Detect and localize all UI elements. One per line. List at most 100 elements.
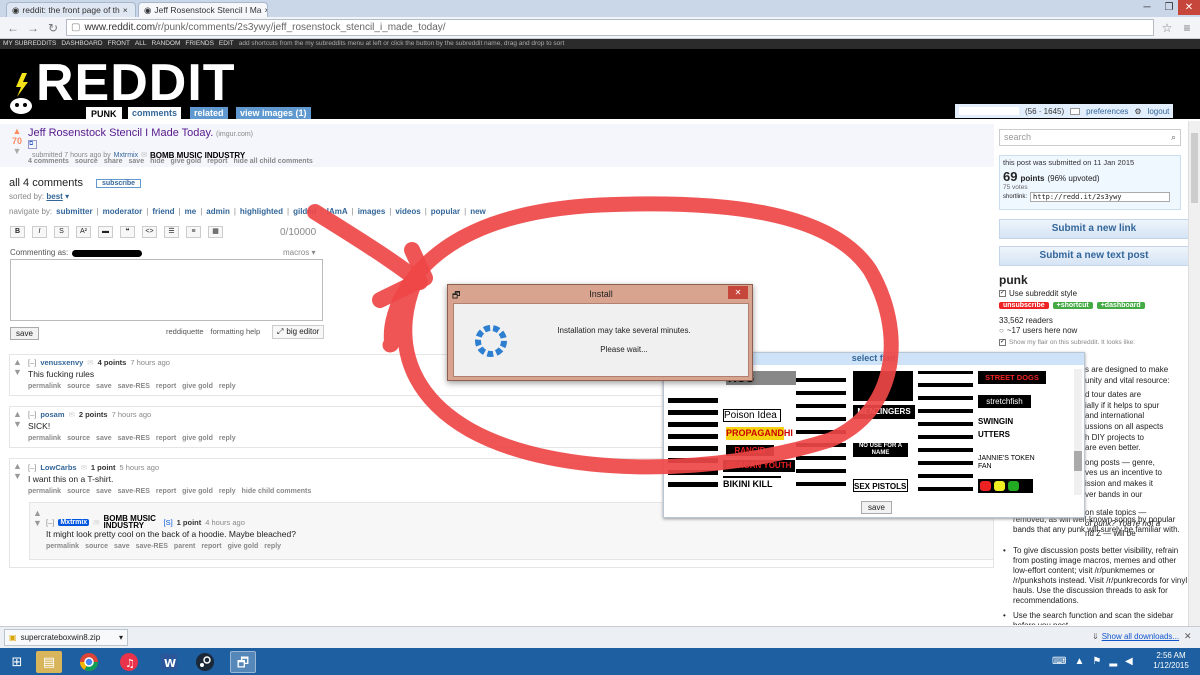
post-gold-link[interactable]: give gold (170, 158, 201, 165)
permalink-link[interactable]: permalink (28, 435, 61, 442)
nav-link[interactable]: images (358, 207, 386, 216)
number-list-button[interactable]: ≡ (186, 226, 201, 238)
close-tab-icon[interactable]: × (123, 5, 128, 15)
collapse-toggle[interactable]: [–] (46, 518, 54, 527)
save-res-link[interactable]: save-RES (136, 543, 168, 550)
flair-option[interactable]: NO USE FOR A NAME (853, 443, 908, 457)
save-link[interactable]: save (96, 488, 112, 495)
submit-link-button[interactable]: Submit a new link (999, 219, 1189, 239)
nav-link[interactable]: admin (206, 207, 230, 216)
link-button[interactable]: ▬ (98, 226, 113, 238)
dashboard-button[interactable]: +dashboard (1096, 302, 1145, 309)
checkbox[interactable]: ✓ (999, 290, 1006, 297)
close-download-bar-button[interactable]: ✕ (1184, 631, 1192, 642)
steam-icon[interactable] (192, 651, 218, 673)
sort-dropdown[interactable]: best (46, 192, 62, 201)
start-windows-icon[interactable]: ⊞ (4, 651, 30, 673)
sr-item[interactable]: FRIENDS (185, 39, 214, 49)
hide-child-comments-link[interactable]: hide child comments (242, 488, 312, 495)
nav-link[interactable]: videos (395, 207, 420, 216)
nav-link[interactable]: me (185, 207, 197, 216)
submit-text-button[interactable]: Submit a new text post (999, 246, 1189, 266)
subreddit-name[interactable]: PUNK (86, 107, 122, 119)
menu-icon[interactable]: ≡ (1180, 21, 1194, 35)
save-button[interactable]: save (10, 327, 39, 340)
bullet-list-button[interactable]: ☰ (164, 226, 179, 238)
address-bar[interactable]: ▢ www.reddit.com/r/punk/comments/2s3ywy/… (66, 19, 1154, 36)
collapse-toggle[interactable]: [–] (28, 463, 36, 472)
reply-link[interactable]: reply (219, 488, 236, 495)
chevron-down-icon[interactable]: ▾ (65, 192, 69, 201)
save-res-link[interactable]: save-RES (118, 488, 150, 495)
flair-save-button[interactable]: save (861, 501, 892, 514)
chevron-down-icon[interactable]: ▾ (119, 633, 123, 642)
reddit-logo[interactable]: REDDIT (36, 53, 236, 113)
nav-link[interactable]: new (470, 207, 486, 216)
browser-tab-active[interactable]: ◉ Jeff Rosenstock Stencil I Ma × (138, 2, 268, 17)
search-icon[interactable]: ⌕ (1171, 132, 1176, 143)
comment-textarea[interactable] (10, 259, 323, 321)
superscript-button[interactable]: A² (76, 226, 91, 238)
tab-comments[interactable]: comments (128, 107, 182, 119)
close-window-button[interactable]: ✕ (1178, 0, 1200, 15)
logout-link[interactable]: logout (1148, 107, 1170, 116)
post-save-link[interactable]: save (129, 158, 145, 165)
nav-link[interactable]: submitter (56, 207, 92, 216)
flair-option[interactable]: stretchfish (978, 395, 1031, 408)
network-icon[interactable]: ▂ (1109, 656, 1117, 667)
give-gold-link[interactable]: give gold (228, 543, 259, 550)
subscribe-button[interactable]: subscribe (96, 179, 142, 188)
macros-dropdown[interactable]: macros ▾ (283, 248, 315, 257)
flair-scrollbar[interactable] (1074, 369, 1082, 495)
nav-link[interactable]: moderator (103, 207, 143, 216)
comment-author[interactable]: venusxenvy (40, 358, 83, 367)
save-link[interactable]: save (96, 435, 112, 442)
source-link[interactable]: source (67, 435, 90, 442)
post-share-link[interactable]: share (104, 158, 123, 165)
permalink-link[interactable]: permalink (28, 383, 61, 390)
nav-link[interactable]: popular (431, 207, 460, 216)
report-link[interactable]: report (156, 383, 176, 390)
close-tab-icon[interactable]: × (265, 5, 267, 15)
big-editor-button[interactable]: ⤢ big editor (272, 325, 325, 339)
word-icon[interactable]: W (156, 651, 182, 673)
download-item[interactable]: ▣ supercrateboxwin8.zip ▾ (4, 629, 128, 646)
post-report-link[interactable]: report (207, 158, 227, 165)
checkbox[interactable]: ✓ (999, 339, 1006, 346)
preferences-link[interactable]: preferences (1086, 107, 1128, 116)
nav-link[interactable]: friend (152, 207, 174, 216)
browser-tab[interactable]: ◉ reddit: the front page of th × (6, 2, 136, 17)
installer-taskbar-icon[interactable]: 🗗 (230, 651, 256, 673)
page-scrollbar[interactable] (1188, 121, 1200, 626)
post-hide-link[interactable]: hide (150, 158, 164, 165)
downvote-arrow-icon[interactable]: ▼ (33, 518, 42, 528)
source-link[interactable]: source (85, 543, 108, 550)
reply-link[interactable]: reply (264, 543, 281, 550)
report-link[interactable]: report (156, 435, 176, 442)
quote-button[interactable]: ❝ (120, 226, 135, 238)
back-icon[interactable]: ← (6, 21, 20, 35)
shortlink-input[interactable]: http://redd.it/2s3ywy (1030, 192, 1171, 202)
downvote-arrow-icon[interactable]: ▼ (13, 419, 22, 429)
scrollbar-thumb[interactable] (1191, 133, 1198, 203)
permalink-link[interactable]: permalink (28, 488, 61, 495)
sr-item[interactable]: RANDOM (152, 39, 181, 49)
reply-link[interactable]: reply (219, 435, 236, 442)
save-link[interactable]: save (96, 383, 112, 390)
source-link[interactable]: source (67, 383, 90, 390)
flair-option[interactable]: SEX PISTOLS (853, 479, 908, 492)
flair-option[interactable]: JANNIE'S TOKEN FAN (978, 455, 1046, 473)
search-input[interactable]: search ⌕ (999, 129, 1181, 146)
sr-item[interactable]: DASHBOARD (61, 39, 102, 49)
report-link[interactable]: report (201, 543, 221, 550)
nav-link[interactable]: gilded (293, 207, 317, 216)
forward-icon[interactable]: → (26, 21, 40, 35)
italic-button[interactable]: I (32, 226, 47, 238)
sr-item[interactable]: MY SUBREDDITS (3, 39, 56, 49)
permalink-link[interactable]: permalink (46, 543, 79, 550)
expando-icon[interactable]: ⧉ (28, 140, 37, 149)
shortcut-button[interactable]: +shortcut (1052, 302, 1093, 309)
maximize-button[interactable]: ❐ (1158, 0, 1180, 15)
collapse-toggle[interactable]: [–] (28, 358, 36, 367)
downvote-arrow-icon[interactable]: ▼ (13, 367, 22, 377)
